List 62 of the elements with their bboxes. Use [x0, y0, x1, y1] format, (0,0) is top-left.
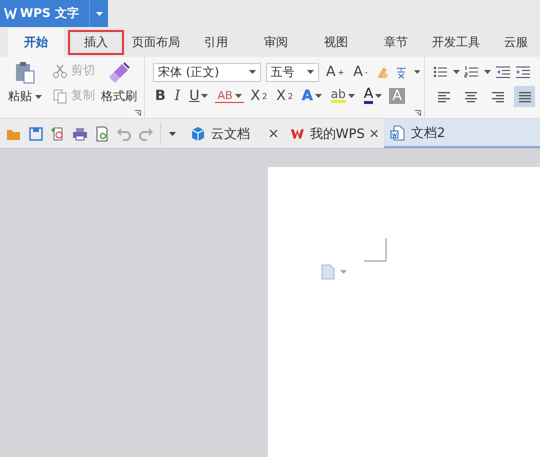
- caret-icon[interactable]: [248, 70, 256, 74]
- numbered-list-icon[interactable]: [464, 64, 480, 80]
- ribbon-tab[interactable]: 插入: [66, 28, 126, 57]
- grow-font-button[interactable]: A$^{+}$: [324, 64, 346, 80]
- alignment-icon: [436, 90, 450, 102]
- font-family-field[interactable]: 宋体 (正文): [153, 62, 261, 82]
- close-icon[interactable]: [269, 129, 278, 138]
- underline-button[interactable]: U: [187, 88, 210, 104]
- print-icon[interactable]: [72, 126, 88, 142]
- close-icon[interactable]: [370, 129, 378, 138]
- ribbon-tab[interactable]: 开发工具: [426, 28, 486, 57]
- decrease-indent-icon[interactable]: [495, 64, 511, 80]
- ribbon-tab[interactable]: 开始: [8, 28, 64, 57]
- caret-icon[interactable]: [414, 70, 420, 74]
- highlight-button[interactable]: ab: [328, 89, 357, 103]
- caret-icon[interactable]: [169, 132, 176, 136]
- alignment-icon: [490, 90, 504, 102]
- ribbon-tab[interactable]: 审阅: [246, 28, 306, 57]
- document-tab[interactable]: 文档2: [384, 119, 540, 148]
- document-tab[interactable]: 云文档: [184, 119, 284, 148]
- paste-icon[interactable]: [13, 60, 37, 84]
- superscript-button[interactable]: X$^{2}$: [248, 88, 270, 104]
- caret-icon[interactable]: [484, 70, 491, 74]
- save-icon[interactable]: [28, 126, 44, 142]
- print-preview-icon[interactable]: [94, 126, 110, 142]
- ribbon-tab[interactable]: 页面布局: [126, 28, 186, 57]
- caret-icon[interactable]: [453, 70, 460, 74]
- alignment-icon: [518, 90, 532, 102]
- bullet-list-icon[interactable]: [433, 64, 449, 80]
- italic-button[interactable]: I: [172, 88, 182, 104]
- dialog-launcher-icon[interactable]: [415, 110, 421, 116]
- text-effect-button[interactable]: A: [300, 88, 324, 104]
- caret-icon[interactable]: [35, 94, 42, 98]
- caret-icon[interactable]: [307, 70, 314, 74]
- strikethrough-button[interactable]: AB: [215, 90, 244, 102]
- margin-corner-mark: [364, 238, 388, 262]
- caret-icon[interactable]: [234, 94, 242, 98]
- bold-button[interactable]: B: [153, 88, 168, 104]
- format-painter-button[interactable]: 格式刷: [101, 88, 137, 105]
- shrink-font-button[interactable]: A$^{-}$: [351, 64, 370, 80]
- caret-icon[interactable]: [314, 94, 322, 98]
- ribbon-tab[interactable]: 引用: [186, 28, 246, 57]
- app-menu-button[interactable]: WPS 文字: [0, 0, 108, 27]
- caret-icon[interactable]: [348, 94, 355, 98]
- caret-icon[interactable]: [201, 94, 208, 98]
- brush-icon[interactable]: [108, 62, 130, 84]
- ribbon-tab[interactable]: 章节: [366, 28, 426, 57]
- dialog-launcher-icon[interactable]: [135, 110, 141, 116]
- document-icon[interactable]: [390, 124, 406, 140]
- ribbon-tab[interactable]: 视图: [306, 28, 366, 57]
- caret-icon[interactable]: [375, 94, 382, 98]
- align-button[interactable]: [514, 86, 535, 106]
- document-tab[interactable]: 我的WPS: [284, 119, 384, 148]
- cube-icon[interactable]: [190, 126, 206, 142]
- increase-indent-icon[interactable]: [515, 64, 531, 80]
- alignment-icon: [464, 90, 478, 102]
- wps-logo-icon: [4, 8, 17, 19]
- paste-button[interactable]: 粘贴: [8, 88, 42, 105]
- font-size-field[interactable]: 五号: [266, 62, 319, 82]
- ribbon-tab[interactable]: 云服: [486, 28, 540, 57]
- caret-icon[interactable]: [96, 12, 102, 16]
- font-color-button[interactable]: A: [362, 88, 384, 104]
